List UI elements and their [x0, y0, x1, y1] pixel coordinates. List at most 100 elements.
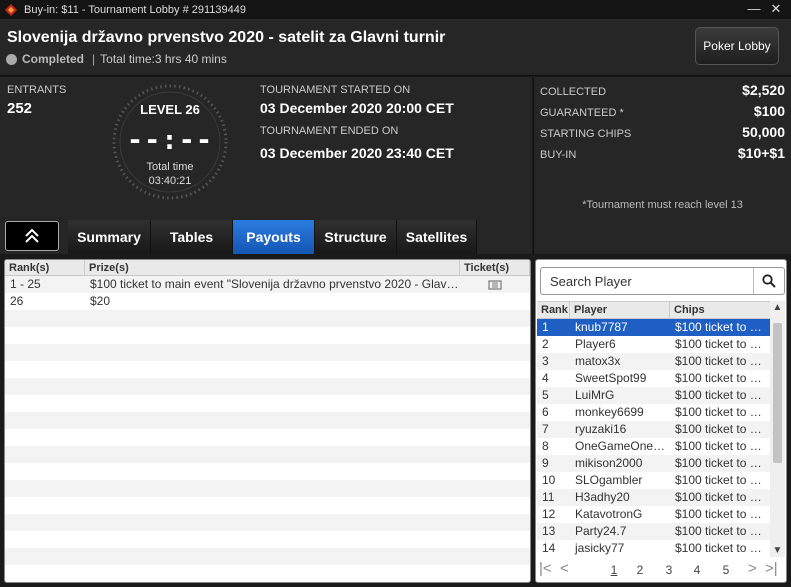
table-row[interactable]: 26 $20	[5, 293, 530, 310]
player-chips: $100 ticket to main event	[675, 320, 770, 334]
player-name: Player6	[575, 337, 616, 351]
player-chips: $100 ticket to main event	[675, 490, 770, 504]
empty-row	[5, 327, 530, 344]
header-prizes[interactable]: Prize(s)	[85, 260, 460, 275]
header-ranks[interactable]: Rank(s)	[5, 260, 85, 275]
player-name: ryuzaki16	[575, 422, 627, 436]
header-player[interactable]: Player	[570, 302, 670, 318]
page-1[interactable]: 1	[608, 563, 620, 577]
player-row[interactable]: 8 OneGameOneLive $100 ticket to main event	[537, 438, 770, 455]
header-chips[interactable]: Chips	[670, 302, 770, 318]
player-rank: 7	[542, 422, 549, 436]
poker-lobby-button[interactable]: Poker Lobby	[695, 27, 779, 65]
player-name: Party24.7	[575, 524, 627, 538]
scroll-down-icon[interactable]: ▼	[770, 545, 785, 556]
total-time-text: Total time:3 hrs 40 mins	[100, 52, 227, 66]
status-separator: |	[92, 52, 96, 66]
starting-chips-row: STARTING CHIPS 50,000	[540, 124, 785, 140]
empty-row	[5, 463, 530, 480]
player-rank: 14	[542, 541, 556, 555]
search-box	[540, 267, 785, 295]
tab-tables[interactable]: Tables	[151, 220, 233, 254]
scroll-thumb[interactable]	[773, 323, 782, 463]
player-row[interactable]: 6 monkey6699 $100 ticket to main event	[537, 404, 770, 421]
payout-ticket	[460, 293, 530, 310]
player-chips: $100 ticket to main event	[675, 524, 770, 538]
page-4[interactable]: 4	[691, 563, 703, 577]
tournament-title: Slovenija državno prvenstvo 2020 - satel…	[7, 29, 446, 46]
level-label: LEVEL 26	[140, 102, 200, 117]
scroll-up-icon[interactable]: ▲	[770, 302, 785, 313]
players-header-row: Rank Player Chips	[537, 301, 770, 319]
table-row[interactable]: 1 - 25 $100 ticket to main event "Sloven…	[5, 276, 530, 293]
player-chips: $100 ticket to main event	[675, 439, 770, 453]
header-rank[interactable]: Rank	[537, 302, 570, 318]
status-dot-icon	[6, 53, 17, 65]
ended-value: 03 December 2020 23:40 CET	[260, 145, 454, 161]
player-row[interactable]: 2 Player6 $100 ticket to main event	[537, 336, 770, 353]
prev-page-icon[interactable]: <	[560, 560, 569, 577]
player-row[interactable]: 1 knub7787 $100 ticket to main event	[537, 319, 770, 336]
tournament-status: Completed | Total time:3 hrs 40 mins	[6, 52, 227, 66]
tab-satellites[interactable]: Satellites	[397, 220, 477, 254]
page-3[interactable]: 3	[663, 563, 675, 577]
tournament-lobby-window: Buy-in: $11 - Tournament Lobby # 2911394…	[0, 0, 791, 587]
last-page-icon[interactable]: >|	[765, 560, 778, 577]
player-chips: $100 ticket to main event	[675, 388, 770, 402]
empty-row	[5, 548, 530, 565]
player-row[interactable]: 10 SLOgambler $100 ticket to main event	[537, 472, 770, 489]
lobby-header: Slovenija državno prvenstvo 2020 - satel…	[0, 19, 791, 76]
empty-row	[5, 446, 530, 463]
page-2[interactable]: 2	[634, 563, 646, 577]
payout-rank: 26	[10, 294, 24, 308]
empty-row	[5, 361, 530, 378]
buy-in-row: BUY-IN $10+$1	[540, 145, 785, 161]
player-rank: 1	[542, 320, 549, 334]
ticket-icon	[488, 280, 502, 290]
player-row[interactable]: 4 SweetSpot99 $100 ticket to main event	[537, 370, 770, 387]
started-label: TOURNAMENT STARTED ON	[260, 84, 411, 96]
minimize-button[interactable]: —	[743, 0, 765, 19]
player-row[interactable]: 13 Party24.7 $100 ticket to main event	[537, 523, 770, 540]
player-row[interactable]: 3 matox3x $100 ticket to main event	[537, 353, 770, 370]
player-row[interactable]: 12 KatavotronG $100 ticket to main event	[537, 506, 770, 523]
tab-summary[interactable]: Summary	[68, 220, 151, 254]
search-player-input[interactable]	[541, 268, 753, 294]
search-button[interactable]	[753, 268, 784, 294]
player-rank: 12	[542, 507, 556, 521]
page-5[interactable]: 5	[720, 563, 732, 577]
empty-row	[5, 514, 530, 531]
empty-row	[5, 497, 530, 514]
clock-digits: --:--	[126, 125, 214, 156]
player-rank: 2	[542, 337, 549, 351]
player-chips: $100 ticket to main event	[675, 473, 770, 487]
started-value: 03 December 2020 20:00 CET	[260, 100, 454, 116]
player-row[interactable]: 11 H3adhy20 $100 ticket to main event	[537, 489, 770, 506]
player-row[interactable]: 14 jasicky77 $100 ticket to main event	[537, 540, 770, 557]
tab-payouts[interactable]: Payouts	[233, 220, 315, 254]
first-page-icon[interactable]: |<	[539, 560, 552, 577]
player-rank: 4	[542, 371, 549, 385]
search-icon	[762, 274, 776, 288]
players-scrollbar[interactable]: ▲ ▼	[770, 301, 785, 557]
player-row[interactable]: 7 ryuzaki16 $100 ticket to main event	[537, 421, 770, 438]
close-button[interactable]: ✕	[765, 0, 787, 19]
tab-structure[interactable]: Structure	[315, 220, 397, 254]
empty-row	[5, 344, 530, 361]
next-page-icon[interactable]: >	[748, 560, 757, 577]
player-rank: 6	[542, 405, 549, 419]
empty-row	[5, 429, 530, 446]
player-name: OneGameOneLive	[575, 439, 670, 453]
player-row[interactable]: 9 mikison2000 $100 ticket to main event	[537, 455, 770, 472]
player-rank: 8	[542, 439, 549, 453]
player-rank: 13	[542, 524, 556, 538]
header-tickets[interactable]: Ticket(s)	[460, 260, 530, 275]
player-row[interactable]: 5 LuiMrG $100 ticket to main event	[537, 387, 770, 404]
clock-total-time-label: Total time	[146, 161, 194, 173]
payout-ticket	[460, 276, 530, 293]
pagination: |< < 1 2 3 4 5 > >|	[536, 559, 786, 582]
collected-value: $2,520	[742, 82, 785, 98]
collapse-header-button[interactable]	[5, 221, 59, 251]
clock-total-time-value: 03:40:21	[148, 175, 192, 187]
window-titlebar[interactable]: Buy-in: $11 - Tournament Lobby # 2911394…	[0, 0, 791, 19]
